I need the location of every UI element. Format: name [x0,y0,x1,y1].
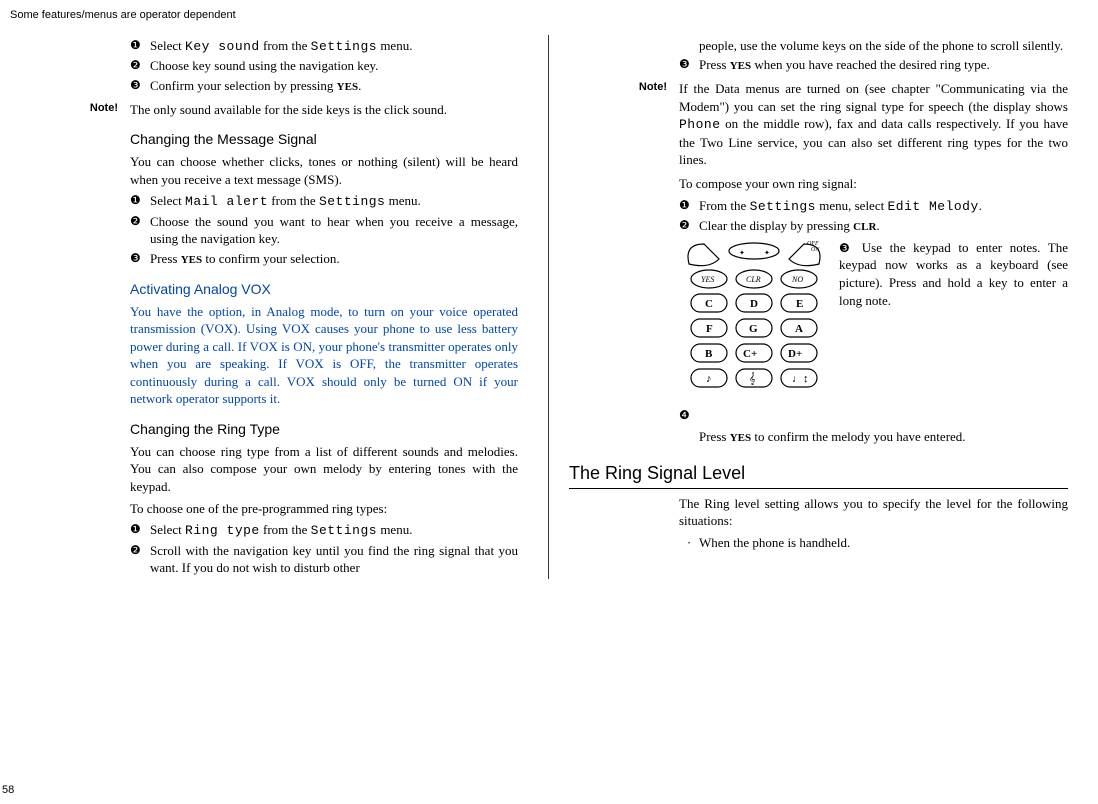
svg-text:𝄞: 𝄞 [749,372,756,385]
list-item: ❶ From the Settings menu, select Edit Me… [679,197,1068,216]
right-column: people, use the volume keys on the side … [549,35,1098,579]
heading-ring-type: Changing the Ring Type [130,420,518,439]
list-item: people, use the volume keys on the side … [679,37,1068,55]
list-item: · When the phone is handheld. [679,534,1068,552]
bullet-icon: ❹ [679,407,699,423]
step-text: Choose key sound using the navigation ke… [150,57,518,75]
step-text: Select Mail alert from the Settings menu… [150,192,518,211]
step-list-4b: ❹ [679,407,1068,423]
bullet-icon: ❶ [130,521,150,540]
bullet-dot-icon: · [679,534,699,552]
note-label: Note! [20,101,130,119]
note-block: Note! If the Data menus are turned on (s… [569,80,1068,169]
step-list-2: ❶ Select Mail alert from the Settings me… [130,192,518,267]
list-item: ❸ Press YES to confirm your selection. [130,250,518,268]
list-text: When the phone is handheld. [699,534,850,552]
paragraph: You can choose ring type from a list of … [130,443,518,496]
svg-text:CLR: CLR [746,275,761,284]
step-list-3: ❶ Select Ring type from the Settings men… [130,521,518,577]
svg-text:♩↕: ♩↕ [792,373,809,385]
bullet-icon: ❷ [679,217,699,235]
svg-text:B: B [705,348,713,360]
svg-text:C: C [705,298,713,310]
step-text: Press YES when you have reached the desi… [699,56,1068,74]
list-item: ❸ Confirm your selection by pressing YES… [130,77,518,95]
list-item: ❷ Scroll with the navigation key until y… [130,542,518,577]
step-list-3-cont: people, use the volume keys on the side … [679,37,1068,74]
keypad-figure-row: ✦ ✦ OFF ON YES CLR NO C D E F G [679,239,1068,404]
list-item: ❸ Press YES when you have reached the de… [679,56,1068,74]
paragraph-vox: You have the option, in Analog mode, to … [130,303,518,408]
note-body: The only sound available for the side ke… [130,101,518,119]
svg-text:ON: ON [811,247,820,253]
svg-text:A: A [795,323,803,335]
list-item: ❷ Choose key sound using the navigation … [130,57,518,75]
paragraph: You can choose whether clicks, tones or … [130,153,518,188]
paragraph: The Ring level setting allows you to spe… [679,495,1068,530]
step-text: Choose the sound you want to hear when y… [150,213,518,248]
svg-text:E: E [796,298,803,310]
svg-text:G: G [749,323,758,335]
bullet-icon: ❷ [130,213,150,248]
bullet-icon: ❶ [130,37,150,56]
left-column: ❶ Select Key sound from the Settings men… [0,35,549,579]
page-number: 58 [2,783,14,798]
bullet-icon: ❶ [679,197,699,216]
paragraph: To choose one of the pre-programmed ring… [130,500,518,518]
step-text: Press YES to confirm your selection. [150,250,518,268]
list-item: ❷ Clear the display by pressing CLR. [679,217,1068,235]
svg-text:✦: ✦ [764,249,770,257]
list-item: ❶ Select Mail alert from the Settings me… [130,192,518,211]
svg-text:C+: C+ [743,348,757,360]
bullet-icon: ❷ [130,57,150,75]
step-text: Select Key sound from the Settings menu. [150,37,518,56]
step-text: Scroll with the navigation key until you… [150,542,518,577]
list-item: ❶ Select Key sound from the Settings men… [130,37,518,56]
bullet-icon: ❸ [679,56,699,74]
step-text: ❸ Use the keypad to enter notes. The key… [829,239,1068,404]
svg-text:NO: NO [791,275,803,284]
svg-text:D+: D+ [788,348,802,360]
note-label: Note! [569,80,679,169]
list-item: ❹ [679,407,1068,423]
keypad-icon: ✦ ✦ OFF ON YES CLR NO C D E F G [679,239,829,399]
bullet-icon: ❸ [130,77,150,95]
step-list-1: ❶ Select Key sound from the Settings men… [130,37,518,95]
section-heading-row: The Ring Signal Level [569,461,1068,488]
list-item: ❶ Select Ring type from the Settings men… [130,521,518,540]
heading-ring-signal-level: The Ring Signal Level [569,461,1068,488]
step-text: Select Ring type from the Settings menu. [150,521,518,540]
step-text: people, use the volume keys on the side … [699,37,1068,55]
heading-analog-vox: Activating Analog VOX [130,280,518,299]
list-item: ❷ Choose the sound you want to hear when… [130,213,518,248]
bullet-icon: ❸ [130,250,150,268]
two-column-layout: ❶ Select Key sound from the Settings men… [0,35,1098,579]
step-text: From the Settings menu, select Edit Melo… [699,197,1068,216]
svg-text:F: F [706,323,713,335]
svg-text:♪: ♪ [706,373,712,385]
step-text: Clear the display by pressing CLR. [699,217,1068,235]
step-text: Press YES to confirm the melody you have… [679,428,1068,446]
keypad-figure: ✦ ✦ OFF ON YES CLR NO C D E F G [679,239,829,404]
note-block: Note! The only sound available for the s… [20,101,518,119]
svg-text:D: D [750,298,758,310]
note-body: If the Data menus are turned on (see cha… [679,80,1068,169]
bullet-icon: ❸ [839,241,854,255]
heading-message-signal: Changing the Message Signal [130,130,518,149]
page-header: Some features/menus are operator depende… [0,0,1098,23]
step-list-4: ❶ From the Settings menu, select Edit Me… [679,197,1068,235]
bullet-icon: ❷ [130,542,150,577]
svg-text:YES: YES [701,275,714,284]
bullet-icon: ❶ [130,192,150,211]
paragraph: To compose your own ring signal: [679,175,1068,193]
step-text: Confirm your selection by pressing YES. [150,77,518,95]
svg-text:✦: ✦ [739,249,745,257]
